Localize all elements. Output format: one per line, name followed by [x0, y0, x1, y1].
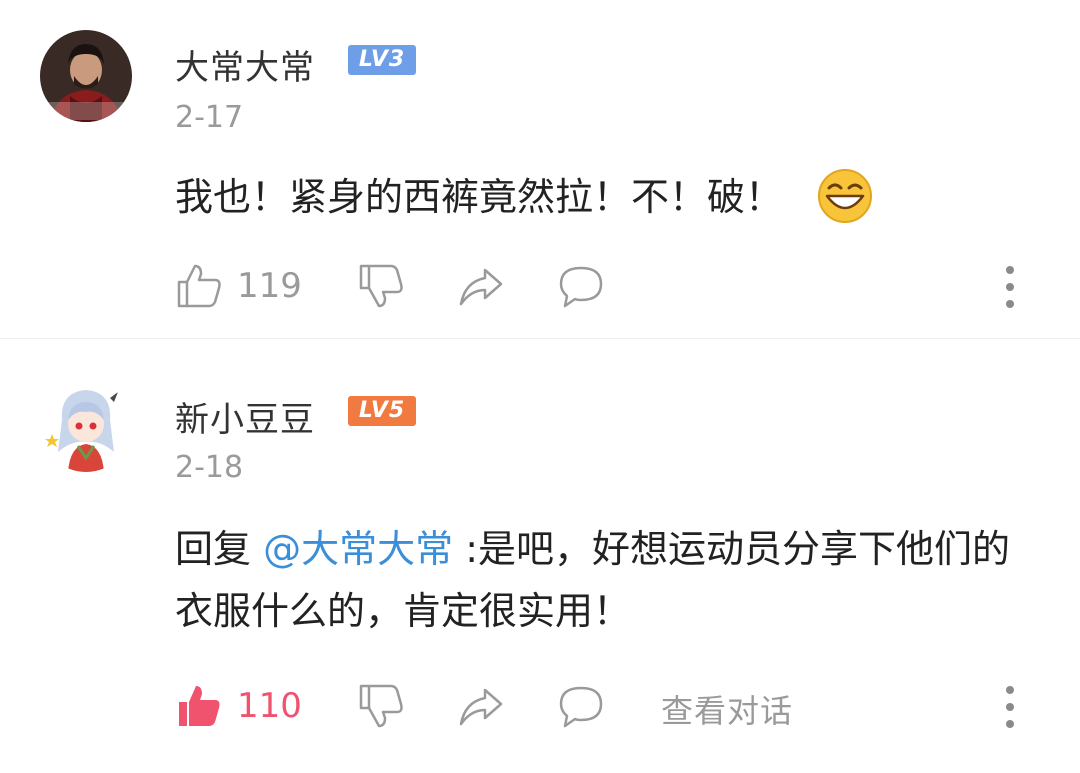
comment-bubble-icon[interactable]	[557, 262, 605, 310]
share-icon[interactable]	[457, 682, 505, 730]
more-options-icon[interactable]	[1000, 264, 1020, 310]
like-count: 110	[237, 686, 302, 726]
username[interactable]: 新小豆豆	[175, 392, 315, 441]
avatar[interactable]	[40, 30, 132, 122]
more-options-icon[interactable]	[1000, 684, 1020, 730]
like-count: 119	[237, 266, 302, 306]
thumbs-up-icon[interactable]	[175, 262, 223, 310]
level-badge: LV5	[348, 396, 416, 426]
avatar[interactable]	[40, 380, 132, 472]
comment-item: 新小豆豆 LV5 2-18 回复 @大常大常 :是吧，好想运动员分享下他们的衣服…	[0, 340, 1080, 773]
comment-text: 回复 @大常大常 :是吧，好想运动员分享下他们的衣服什么的，肯定很实用！	[175, 518, 1035, 642]
comment-item: 大常大常 LV3 2-17 我也！紧身的西裤竟然拉！不！破！ 119	[0, 0, 1080, 340]
comment-bubble-icon[interactable]	[557, 682, 605, 730]
comment-text: 我也！紧身的西裤竟然拉！不！破！	[175, 166, 1035, 228]
comment-body: 我也！紧身的西裤竟然拉！不！破！	[175, 175, 784, 219]
username[interactable]: 大常大常	[175, 40, 315, 89]
mention-link[interactable]: @大常大常	[263, 527, 453, 571]
comment-date: 2-17	[175, 100, 244, 135]
thumbs-down-icon[interactable]	[357, 682, 405, 730]
thumbs-down-icon[interactable]	[357, 262, 405, 310]
reply-prefix: 回复	[175, 527, 264, 571]
comment-divider	[0, 338, 1080, 339]
grinning-face-icon	[818, 168, 873, 223]
level-badge: LV3	[348, 45, 416, 75]
comment-date: 2-18	[175, 450, 244, 485]
comment-actions: 119	[175, 262, 1045, 312]
share-icon[interactable]	[457, 262, 505, 310]
view-thread-link[interactable]: 查看对话	[661, 686, 793, 732]
comment-actions: 110 查看对话	[175, 682, 1045, 732]
thumbs-up-filled-icon[interactable]	[175, 682, 223, 730]
